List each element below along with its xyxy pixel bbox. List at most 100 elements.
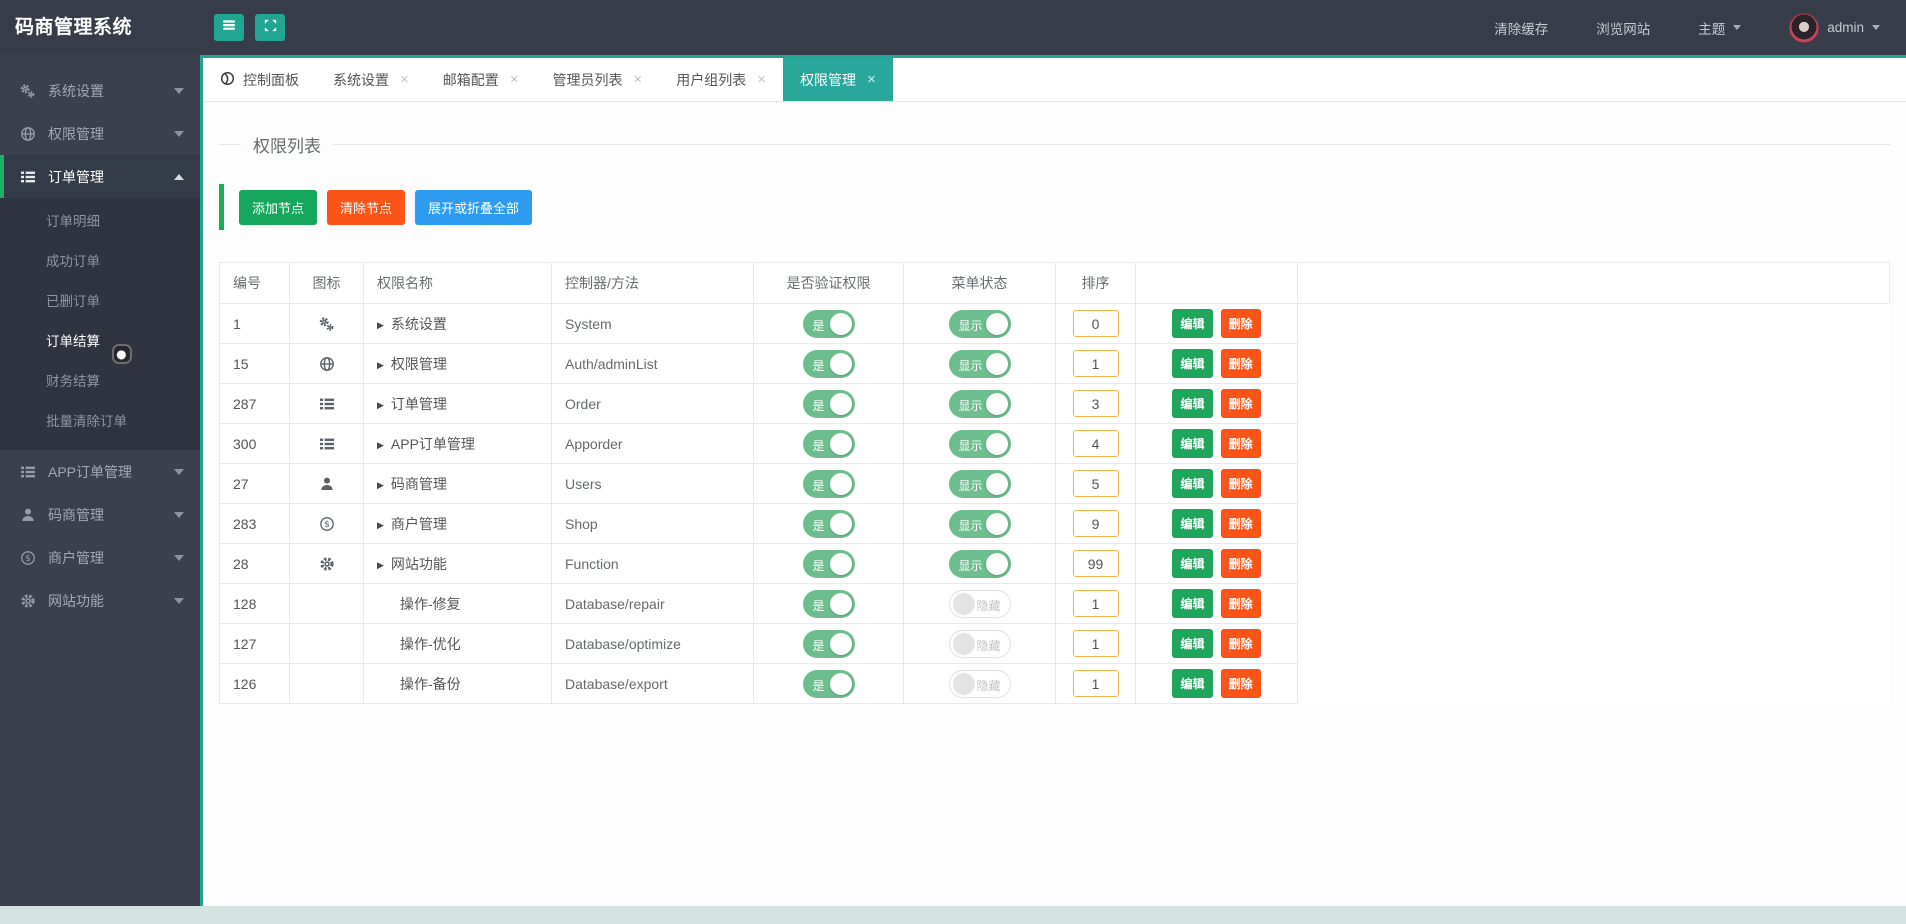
verify-toggle[interactable]: 是 [802,349,855,378]
delete-button[interactable]: 删除 [1220,509,1261,538]
edit-button[interactable]: 编辑 [1172,509,1213,538]
tab-auth-manage[interactable]: 权限管理 × [783,58,893,101]
toggle-knob [952,592,975,615]
method-text: Users [565,475,602,492]
sidebar-item-shop-merchant[interactable]: $ 商户管理 [0,536,200,579]
delete-button[interactable]: 删除 [1220,589,1261,618]
toggle-label: 显示 [958,558,983,573]
tab-dashboard[interactable]: 控制面板 [203,58,316,101]
tree-expand-icon[interactable]: ▶ [377,520,384,530]
submenu-item-order-batch-clear[interactable]: 批量清除订单 [0,402,200,442]
menu-state-toggle[interactable]: 显示 [948,509,1011,538]
sort-input[interactable] [1072,590,1119,617]
navbar-menu-button[interactable] [214,14,244,41]
sort-input[interactable] [1072,430,1119,457]
cell-name: ▶ 网站功能 [363,543,552,584]
delete-button[interactable]: 删除 [1220,429,1261,458]
delete-button[interactable]: 删除 [1220,549,1261,578]
delete-button[interactable]: 删除 [1220,469,1261,498]
edit-button[interactable]: 编辑 [1172,349,1213,378]
submenu-item-order-success[interactable]: 成功订单 [0,242,200,282]
verify-toggle[interactable]: 是 [802,309,855,338]
browse-site-link[interactable]: 浏览网站 [1596,18,1650,38]
delete-button[interactable]: 删除 [1220,309,1261,338]
sidebar-item-system-settings[interactable]: 系统设置 [0,69,200,112]
user-menu[interactable]: admin [1789,12,1880,43]
edit-button[interactable]: 编辑 [1172,389,1213,418]
submenu-item-order-detail[interactable]: 订单明细 [0,202,200,242]
sidebar-item-order[interactable]: 订单管理 [0,155,200,198]
edit-button[interactable]: 编辑 [1172,589,1213,618]
sort-input[interactable] [1072,550,1119,577]
tree-expand-icon[interactable]: ▶ [377,560,384,570]
tab-mail-config[interactable]: 邮箱配置 × [426,58,536,101]
menu-state-toggle[interactable]: 显示 [948,549,1011,578]
menu-state-toggle[interactable]: 隐藏 [948,629,1011,658]
edit-button[interactable]: 编辑 [1172,469,1213,498]
tab-admin-list[interactable]: 管理员列表 × [536,58,660,101]
sort-input[interactable] [1072,310,1119,337]
sort-input[interactable] [1072,670,1119,697]
toggle-knob [985,552,1008,575]
edit-button[interactable]: 编辑 [1172,309,1213,338]
menu-state-toggle[interactable]: 显示 [948,389,1011,418]
verify-toggle[interactable]: 是 [802,509,855,538]
tree-expand-icon[interactable]: ▶ [377,360,384,370]
tab-user-group-list[interactable]: 用户组列表 × [659,58,783,101]
delete-button[interactable]: 删除 [1220,349,1261,378]
avatar [1789,12,1820,43]
verify-toggle[interactable]: 是 [802,629,855,658]
verify-toggle[interactable]: 是 [802,429,855,458]
delete-button[interactable]: 删除 [1220,389,1261,418]
toggle-all-button[interactable]: 展开或折叠全部 [415,189,533,225]
edit-button[interactable]: 编辑 [1172,429,1213,458]
close-icon[interactable]: × [634,71,643,88]
sidebar-item-label: 系统设置 [48,82,104,99]
delete-button[interactable]: 删除 [1220,629,1261,658]
sort-input[interactable] [1072,350,1119,377]
sidebar-item-code-merchant[interactable]: 码商管理 [0,493,200,536]
cell-method: Apporder [551,423,754,464]
menu-state-toggle[interactable]: 显示 [948,429,1011,458]
tree-expand-icon[interactable]: ▶ [377,440,384,450]
submenu-item-finance-settle[interactable]: 财务结算 [0,362,200,402]
add-node-button[interactable]: 添加节点 [239,189,318,225]
tab-system-settings[interactable]: 系统设置 × [316,58,426,101]
verify-toggle[interactable]: 是 [802,389,855,418]
verify-toggle[interactable]: 是 [802,549,855,578]
close-icon[interactable]: × [400,71,409,88]
verify-toggle[interactable]: 是 [802,469,855,498]
menu-state-toggle[interactable]: 隐藏 [948,589,1011,618]
submenu-item-order-deleted[interactable]: 已删订单 [0,282,200,322]
sidebar-item-auth[interactable]: 权限管理 [0,112,200,155]
submenu-item-order-settle[interactable]: 订单结算 [0,322,200,362]
cell-id: 15 [219,343,290,384]
sort-input[interactable] [1072,510,1119,537]
close-icon[interactable]: × [510,71,519,88]
sort-input[interactable] [1072,470,1119,497]
menu-state-toggle[interactable]: 显示 [948,309,1011,338]
edit-button[interactable]: 编辑 [1172,669,1213,698]
sort-input[interactable] [1072,390,1119,417]
menu-state-toggle[interactable]: 显示 [948,469,1011,498]
toggle-label: 显示 [958,318,983,333]
close-icon[interactable]: × [867,71,876,88]
edit-button[interactable]: 编辑 [1172,629,1213,658]
theme-dropdown[interactable]: 主题 [1698,18,1742,38]
clear-node-button[interactable]: 清除节点 [327,189,406,225]
tree-expand-icon[interactable]: ▶ [377,400,384,410]
verify-toggle[interactable]: 是 [802,589,855,618]
edit-button[interactable]: 编辑 [1172,549,1213,578]
sidebar-item-app-order[interactable]: APP订单管理 [0,450,200,493]
close-icon[interactable]: × [757,71,766,88]
menu-state-toggle[interactable]: 显示 [948,349,1011,378]
sidebar-item-site-function[interactable]: 网站功能 [0,579,200,622]
tree-expand-icon[interactable]: ▶ [377,480,384,490]
menu-state-toggle[interactable]: 隐藏 [948,669,1011,698]
clear-cache-link[interactable]: 清除缓存 [1494,18,1548,38]
delete-button[interactable]: 删除 [1220,669,1261,698]
verify-toggle[interactable]: 是 [802,669,855,698]
tree-expand-icon[interactable]: ▶ [377,320,384,330]
sort-input[interactable] [1072,630,1119,657]
navbar-fullscreen-button[interactable] [255,14,285,41]
